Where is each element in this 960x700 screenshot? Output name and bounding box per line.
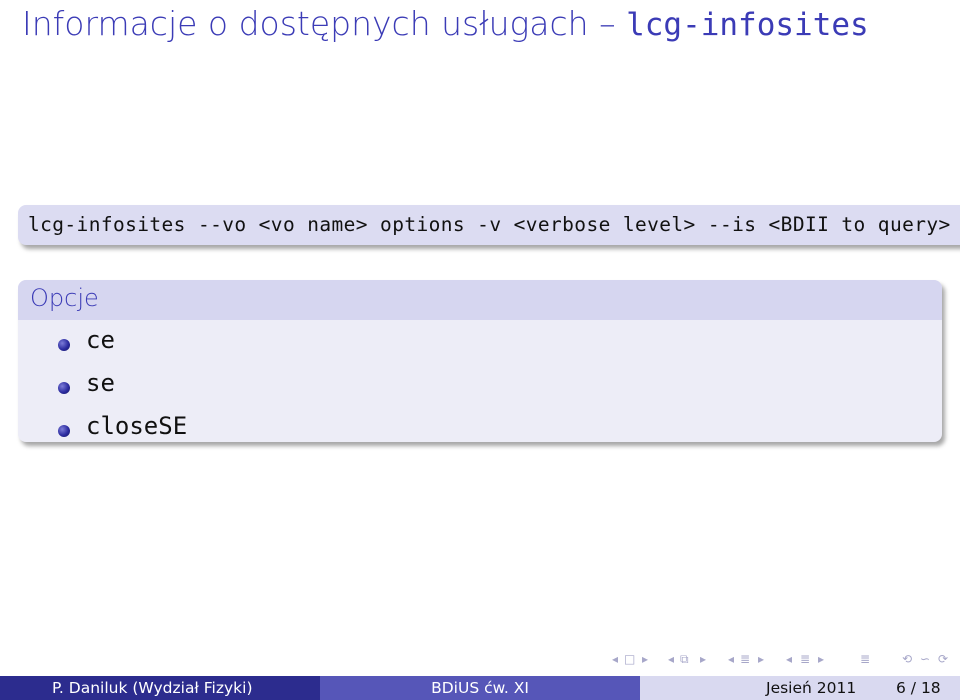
command-box: lcg-infosites --vo <vo name> options -v … [18,205,960,245]
command-text: lcg-infosites --vo <vo name> options -v … [28,213,951,236]
nav-slide-icon[interactable]: □ [624,652,635,666]
nav-prev-icon[interactable]: ◂ [612,652,618,666]
footer-page-number: 6 / 18 [896,679,941,697]
bullet-icon [58,339,70,351]
footer-info: Jesień 2011 6 / 18 [640,676,960,700]
list-item: ce [18,324,942,367]
option-se: se [86,369,115,397]
nav-outline-icon[interactable]: ≣ [860,652,870,666]
option-ce: ce [86,326,115,354]
slide-title-text: Informacje o dostępnych usługach – [22,4,627,43]
nav-next-icon[interactable]: ▸ [642,652,648,666]
list-item: se [18,367,942,410]
nav-search-icon[interactable]: ⟲ [902,652,912,666]
slide-title-code: lcg-infosites [626,7,869,43]
nav-next-section-icon[interactable]: ▸ [818,652,824,666]
footer-author: P. Daniluk (Wydział Fizyki) [0,676,320,700]
options-block: Opcje ce se closeSE [18,280,942,442]
bullet-icon [58,425,70,437]
nav-next-subsection-icon[interactable]: ▸ [758,652,764,666]
nav-frame-icon[interactable]: ⧉ [680,652,689,667]
nav-prev-section-icon[interactable]: ◂ [786,652,792,666]
footer: P. Daniluk (Wydział Fizyki) BDiUS ćw. XI… [0,676,960,700]
option-closese: closeSE [86,412,188,440]
navigation-bar: ◂ □ ▸ ◂ ⧉ ▸ ◂ ≣ ▸ ◂ ≣ ▸ ≣ ⟲ ∽ ⟳ [612,652,960,670]
nav-subsection-icon[interactable]: ≣ [740,652,750,666]
nav-prev-subsection-icon[interactable]: ◂ [728,652,734,666]
footer-course: BDiUS ćw. XI [320,676,640,700]
nav-forward-icon[interactable]: ⟳ [938,652,948,666]
options-list: ce se closeSE [18,324,942,442]
list-item: closeSE [18,410,942,442]
bullet-icon [58,382,70,394]
nav-section-icon[interactable]: ≣ [800,652,810,666]
nav-next-frame-icon[interactable]: ▸ [700,652,706,666]
nav-prev-frame-icon[interactable]: ◂ [668,652,674,666]
options-block-title: Opcje [18,280,942,320]
slide-title: Informacje o dostępnych usługach – lcg-i… [22,4,869,43]
footer-date: Jesień 2011 [766,679,857,697]
nav-back-icon[interactable]: ∽ [920,652,930,666]
